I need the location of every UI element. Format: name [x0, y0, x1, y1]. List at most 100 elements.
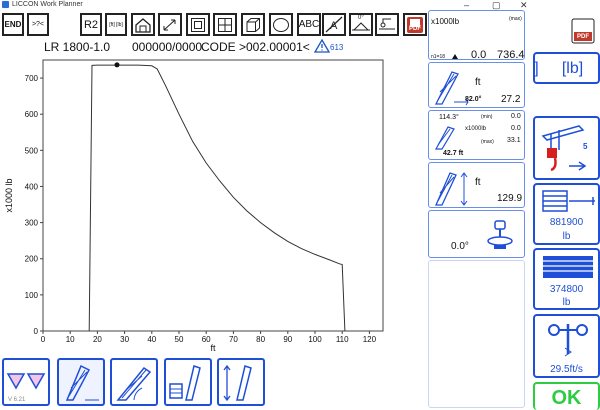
level-label: 0° [358, 15, 364, 21]
y-tick-label: 500 [25, 146, 39, 155]
y-axis-label: x1000 lb [4, 178, 14, 212]
house-icon [135, 17, 151, 33]
superlift-counterweight-icon [543, 256, 593, 278]
load-marker[interactable] [114, 62, 120, 68]
crane-config-button[interactable]: 5 [533, 116, 600, 180]
annotate-button[interactable]: A [322, 13, 346, 36]
ok-label: OK [551, 387, 582, 409]
units-lb: [lb] [561, 60, 584, 77]
x-tick-label: 20 [93, 335, 102, 344]
x-tick-label: 30 [120, 335, 129, 344]
height-button[interactable] [217, 358, 265, 406]
units-label: [ft] [lb] [109, 21, 123, 28]
grid-button[interactable] [213, 13, 237, 36]
pdf-top-button[interactable]: PDF [533, 10, 600, 50]
counterweight-icon [169, 365, 201, 401]
units-button[interactable]: [ft] [lb] [105, 13, 127, 36]
r2-button[interactable]: R2 [80, 13, 102, 36]
counterweight-stack-icon [542, 190, 595, 212]
dimension-button[interactable] [158, 13, 182, 36]
anemometer-icon [548, 324, 588, 357]
slew-panel[interactable]: 0.0° [428, 210, 525, 258]
boom-angle-value: 82.0° [465, 96, 482, 103]
slew-angle-value: 0.0° [451, 241, 469, 252]
wind-panel[interactable]: 29.5ft/s [533, 314, 600, 378]
app-window: LICCON Work Planner END >?< R2 [ft] [lb]… [0, 0, 600, 410]
circle-button[interactable] [269, 13, 293, 36]
counterweight1-unit: lb [562, 231, 571, 242]
y-tick-label: 200 [25, 255, 39, 264]
bottom-toolbar [0, 355, 428, 410]
units-panel[interactable]: ] [lb] [533, 52, 600, 84]
end-label: END [4, 20, 22, 29]
counter-angle: 114.3° [439, 114, 459, 121]
y-tick-label: 100 [25, 291, 39, 300]
radius-value: 27.2 [501, 94, 521, 105]
pdf-label: PDF [409, 26, 421, 32]
app-icon [2, 1, 9, 8]
pdf-export-button[interactable]: PDF [403, 13, 427, 36]
x-tick-label: 0 [41, 335, 46, 344]
y-tick-label: 0 [34, 327, 39, 336]
measure-button[interactable] [375, 13, 399, 36]
counterweight2-unit: lb [562, 297, 571, 308]
x-tick-label: 50 [175, 335, 184, 344]
radius-unit: ft [475, 77, 481, 88]
height-unit: ft [475, 177, 481, 188]
warning-icon[interactable] [314, 39, 330, 53]
height-panel[interactable]: ft 129.9 [428, 162, 525, 208]
minimize-icon[interactable]: – [464, 0, 469, 10]
text-label: ABC [298, 19, 320, 30]
counterweight2-value: 374800 [549, 284, 584, 295]
height-icon [223, 364, 252, 402]
x-tick-label: 90 [283, 335, 292, 344]
load-unit: x1000lb [431, 17, 460, 26]
counter-unit: x1000lb [465, 126, 487, 132]
pdf-large-label: PDF [577, 34, 589, 40]
plot-frame [42, 59, 384, 332]
crane-number: 5 [583, 142, 588, 151]
grid-icon [218, 17, 232, 32]
close-icon[interactable]: ✕ [520, 0, 528, 11]
counterweight2-panel[interactable]: 374800 lb [533, 248, 600, 310]
height-value: 129.9 [497, 193, 523, 204]
boom-angle-button[interactable] [110, 358, 158, 406]
load-curve [88, 64, 346, 332]
empty-panel [428, 260, 525, 408]
counter-max-label: (max) [481, 139, 494, 145]
text-button[interactable]: ABC [297, 13, 321, 36]
crane-house-button[interactable] [131, 13, 155, 36]
level-button[interactable]: 0° [349, 13, 373, 36]
cube-button[interactable] [241, 13, 265, 36]
measure-icon [379, 18, 395, 30]
y-tick-label: 300 [25, 219, 39, 228]
derrick-icon [434, 126, 455, 150]
y-tick-label: 700 [25, 74, 39, 83]
x-tick-label: 70 [229, 335, 238, 344]
load-panel[interactable]: x1000lb (max) n1=18 0.0 736.4 [428, 10, 525, 61]
ok-button[interactable]: OK [533, 382, 600, 410]
r2-label: R2 [83, 18, 99, 31]
boom-angle-icon [116, 366, 152, 401]
maximize-icon[interactable]: ▢ [492, 0, 501, 11]
y-axis-ticks: 0 100 200 300 400 500 600 700 [25, 74, 43, 336]
boom-radius-icon [65, 364, 99, 401]
boom-radius-button[interactable] [57, 358, 105, 406]
job-number: 000000/0000 [132, 40, 203, 54]
end-button[interactable]: END [2, 13, 24, 36]
warning-count: 613 [330, 43, 344, 52]
counter-min-value: 0.0 [511, 113, 521, 120]
counterweight-radius-panel[interactable]: 114.3° (min) 0.0 x1000lb 0.0 (max) 33.1 … [428, 110, 525, 160]
counter-max-value: 33.1 [507, 137, 521, 144]
x-axis-label: ft [210, 343, 216, 352]
counterweight-button[interactable] [164, 358, 212, 406]
counter-mid-value: 0.0 [511, 125, 521, 132]
counterweight1-panel[interactable]: 881900 lb [533, 183, 600, 245]
help-button[interactable]: >?< [27, 13, 49, 36]
frame-button[interactable] [186, 13, 210, 36]
counterweight1-value: 881900 [549, 217, 584, 228]
slew-icon [487, 220, 513, 249]
load-chart: 0 10 20 30 40 50 60 70 80 90 100 110 120 01002003004… [4, 59, 384, 352]
y-tick-label: 600 [25, 110, 39, 119]
y-tick-label: 400 [25, 182, 39, 191]
